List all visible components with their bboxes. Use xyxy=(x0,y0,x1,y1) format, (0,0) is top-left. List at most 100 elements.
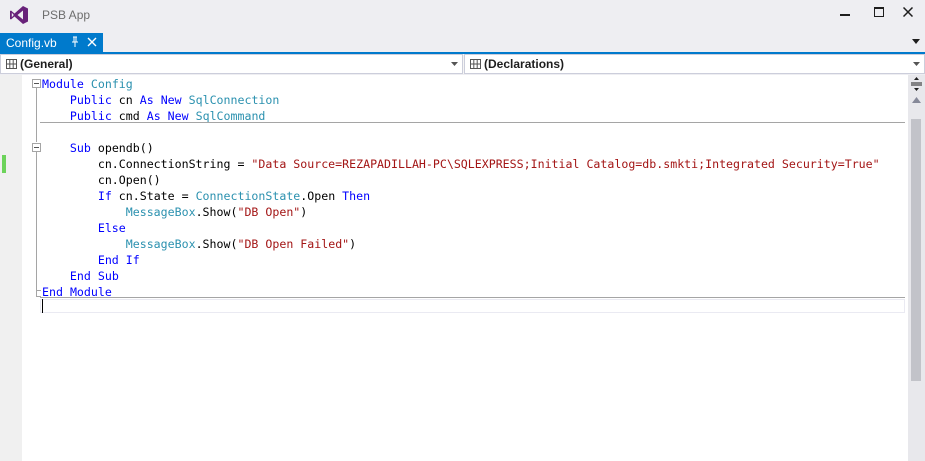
document-tab-strip: Config.vb xyxy=(0,30,925,54)
code-token: SqlConnection xyxy=(188,93,280,107)
code-token: ConnectionState xyxy=(195,189,301,203)
code-token: End xyxy=(97,253,119,267)
code-area[interactable] xyxy=(22,75,908,461)
code-token: cn.State = xyxy=(111,189,196,203)
navigation-bar: (General) (Declarations) xyxy=(0,54,925,74)
scrollbar-thumb[interactable] xyxy=(911,119,921,381)
code-line[interactable]: If cn.State = ConnectionState.Open Then xyxy=(42,188,370,204)
code-token: If xyxy=(125,253,140,267)
code-token: "DB Open" xyxy=(237,205,301,219)
title-bar: PSB App xyxy=(0,0,925,30)
code-token: Sub xyxy=(69,141,91,155)
split-icon[interactable] xyxy=(911,77,922,91)
code-token: End xyxy=(69,269,91,283)
method-grid-icon xyxy=(470,59,481,69)
code-token: Sub xyxy=(97,269,119,283)
code-token: cn xyxy=(111,93,140,107)
code-token: Config xyxy=(90,77,133,91)
minimize-button[interactable] xyxy=(828,0,862,24)
app-title: PSB App xyxy=(42,8,91,22)
close-window-button[interactable] xyxy=(891,0,925,24)
code-token: MessageBox xyxy=(125,237,196,251)
collapse-module-icon[interactable] xyxy=(32,79,41,88)
code-line[interactable]: cn.ConnectionString = "Data Source=REZAP… xyxy=(42,156,880,172)
code-line[interactable]: Public cn As New SqlConnection xyxy=(42,92,279,108)
code-line[interactable]: MessageBox.Show("DB Open Failed") xyxy=(42,236,356,252)
code-token: .Show( xyxy=(195,237,238,251)
code-line[interactable]: cn.Open() xyxy=(42,172,161,188)
code-token: SqlCommand xyxy=(195,109,266,123)
general-combo-value: (General) xyxy=(20,57,73,71)
declarations-combo[interactable]: (Declarations) xyxy=(464,54,925,74)
tab-overflow-dropdown-icon[interactable] xyxy=(912,39,920,44)
code-token: As xyxy=(139,93,154,107)
general-combo[interactable]: (General) xyxy=(0,54,463,74)
code-token: MessageBox xyxy=(125,205,196,219)
maximize-icon xyxy=(874,7,884,17)
declarations-combo-value: (Declarations) xyxy=(484,57,565,71)
code-line[interactable]: End Sub xyxy=(42,268,119,284)
change-marker xyxy=(2,155,6,173)
code-token: cn.Open() xyxy=(42,173,161,187)
code-token: .Open xyxy=(300,189,343,203)
code-token: As xyxy=(146,109,161,123)
tab-label: Config.vb xyxy=(6,35,57,50)
close-icon xyxy=(903,7,913,17)
code-token: cmd xyxy=(111,109,147,123)
vertical-scrollbar[interactable] xyxy=(908,75,925,461)
current-line-highlight xyxy=(40,299,905,313)
method-separator xyxy=(40,297,905,298)
code-token: New xyxy=(160,93,182,107)
code-token: ) xyxy=(300,205,308,219)
collapse-sub-icon[interactable] xyxy=(32,143,41,152)
code-line[interactable]: Module Config xyxy=(42,76,133,92)
code-line[interactable]: End If xyxy=(42,252,140,268)
chevron-down-icon xyxy=(451,62,458,66)
up-arrow-icon[interactable] xyxy=(912,97,921,103)
code-token: If xyxy=(97,189,112,203)
outline-line xyxy=(36,88,37,142)
code-line[interactable]: MessageBox.Show("DB Open") xyxy=(42,204,308,220)
code-line[interactable]: Sub opendb() xyxy=(42,140,154,156)
code-token: "DB Open Failed" xyxy=(237,237,350,251)
chevron-down-icon xyxy=(913,62,920,66)
code-token: "Data Source=REZAPADILLAH-PC\SQLEXPRESS;… xyxy=(251,157,880,171)
code-token: Public xyxy=(69,109,112,123)
text-caret xyxy=(42,299,43,313)
method-separator xyxy=(40,122,905,123)
code-token: Then xyxy=(342,189,371,203)
code-token: opendb() xyxy=(90,141,154,155)
code-token: Public xyxy=(69,93,112,107)
code-token: Module xyxy=(42,77,84,91)
minimize-icon xyxy=(840,14,850,16)
visual-studio-logo-icon xyxy=(10,6,28,24)
class-grid-icon xyxy=(6,59,17,69)
code-token: New xyxy=(167,109,189,123)
code-editor[interactable]: Module Config Public cn As New SqlConnec… xyxy=(0,75,925,461)
code-token: ) xyxy=(349,237,357,251)
code-token: Else xyxy=(97,221,126,235)
close-icon[interactable] xyxy=(87,37,97,47)
outline-line xyxy=(36,152,37,290)
code-token: cn.ConnectionString = xyxy=(42,157,252,171)
pin-icon[interactable] xyxy=(70,36,80,48)
indicator-margin xyxy=(0,75,22,461)
code-line[interactable]: Else xyxy=(42,220,126,236)
tab-config-vb[interactable]: Config.vb xyxy=(0,33,103,52)
